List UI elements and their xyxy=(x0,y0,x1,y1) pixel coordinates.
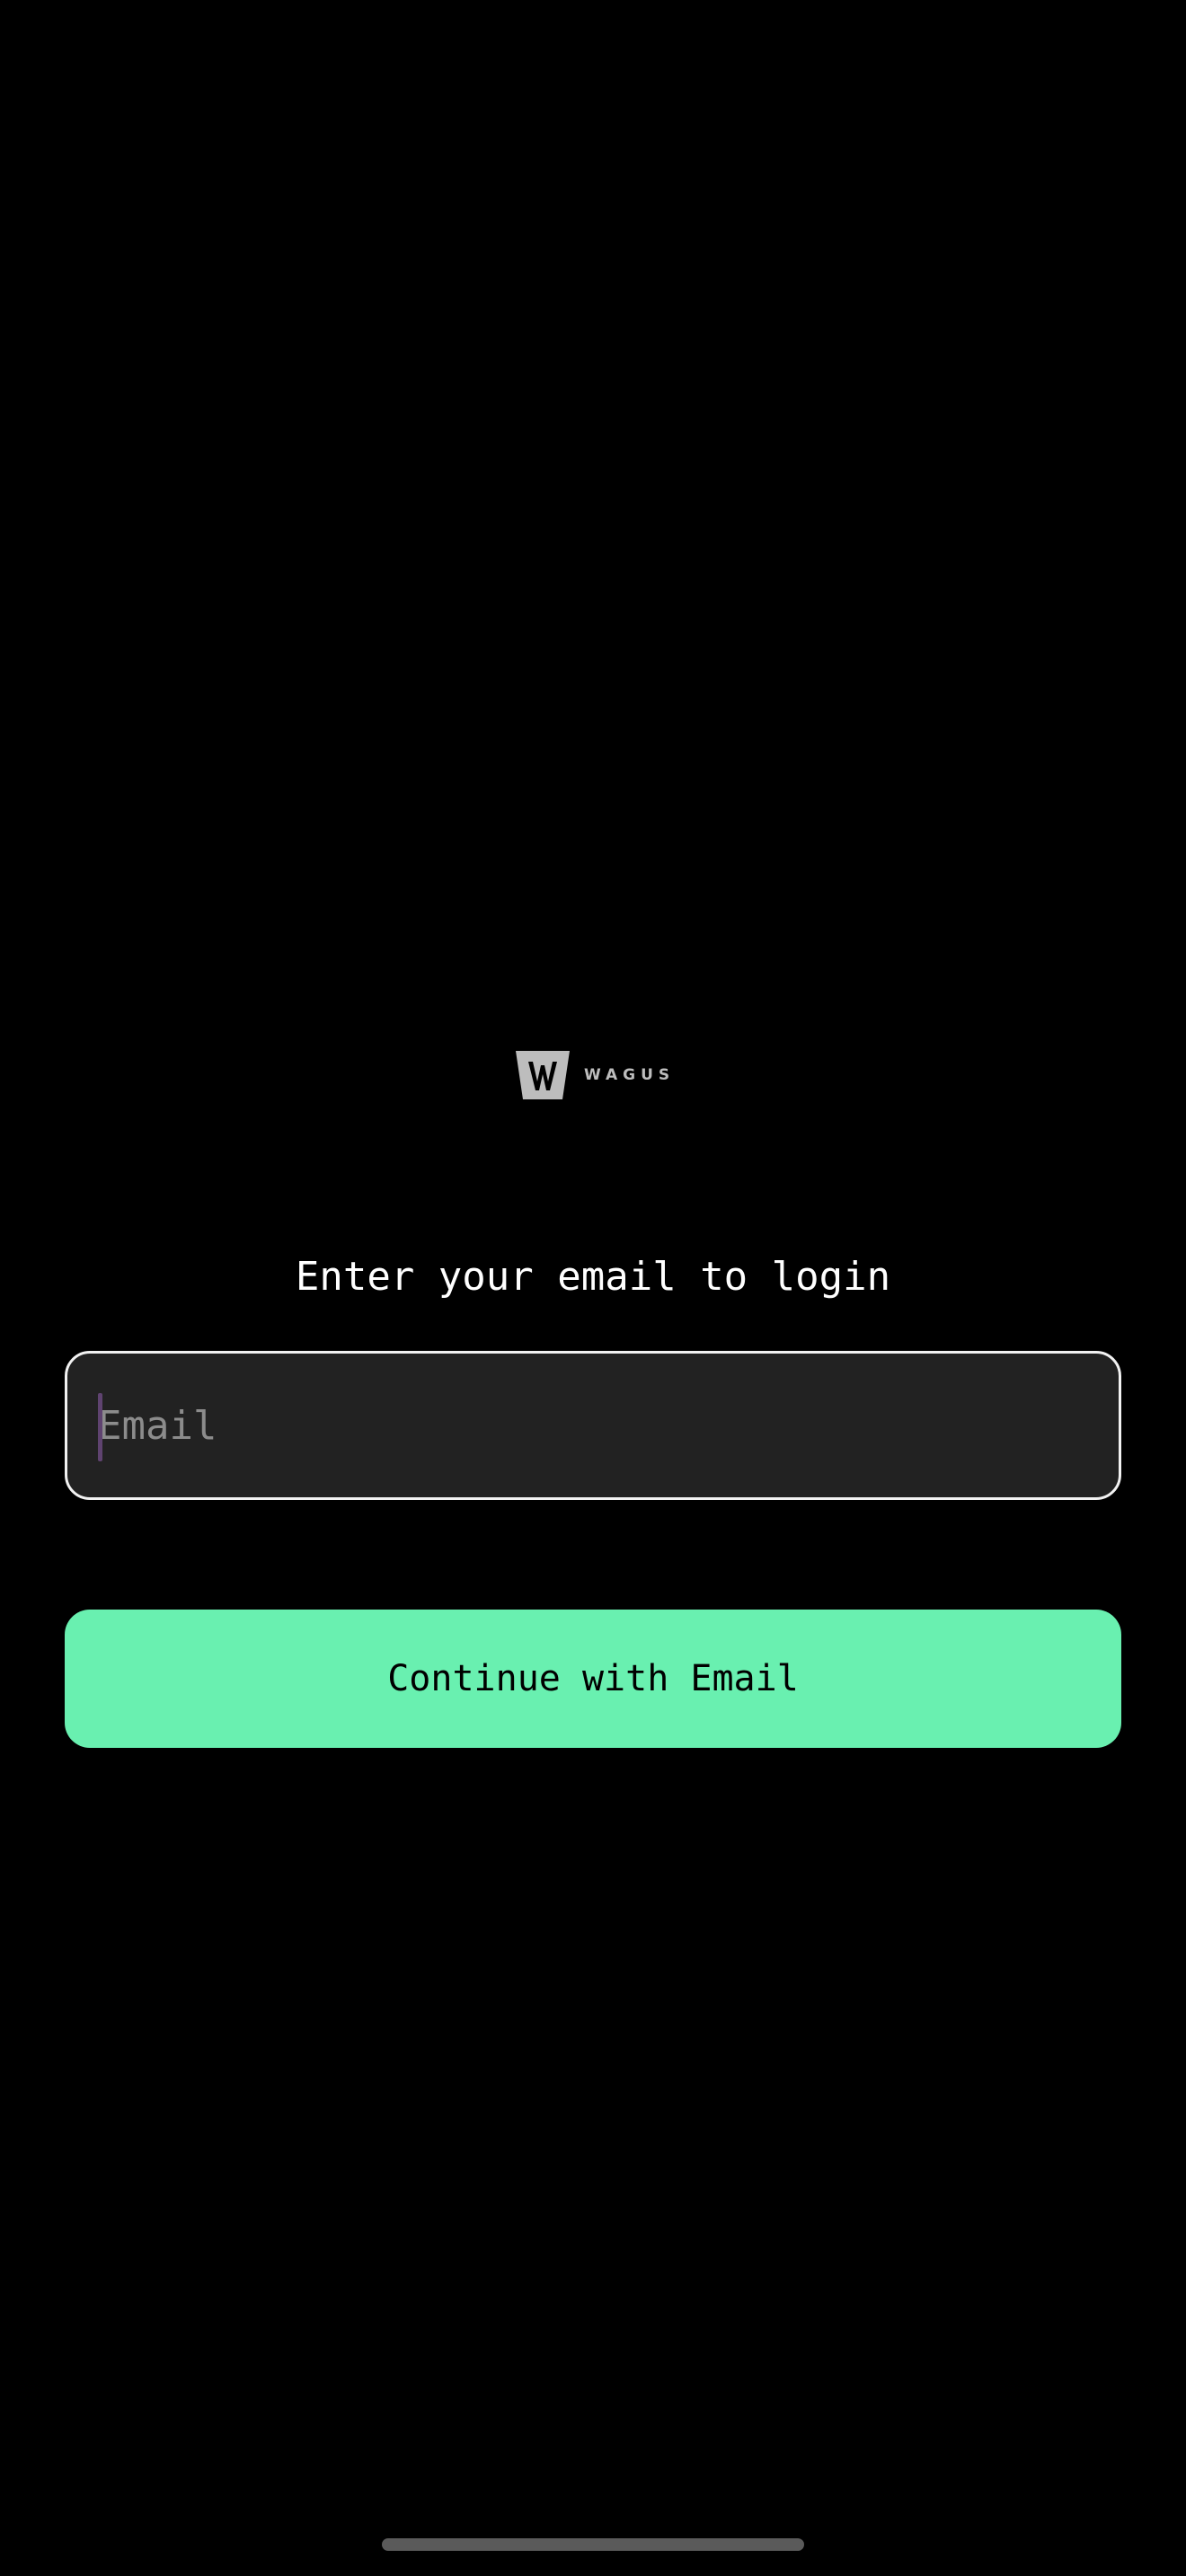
text-caret xyxy=(98,1393,102,1461)
email-input[interactable] xyxy=(98,1354,1086,1497)
home-indicator[interactable] xyxy=(382,2538,804,2551)
continue-with-email-button[interactable]: Continue with Email xyxy=(65,1610,1121,1748)
email-field[interactable] xyxy=(65,1351,1121,1500)
brand-logo: WAGUS xyxy=(514,1049,675,1101)
wagus-w-logo-icon xyxy=(516,1051,570,1099)
login-heading: Enter your email to login xyxy=(295,1254,891,1300)
brand-wordmark: WAGUS xyxy=(584,1065,676,1084)
